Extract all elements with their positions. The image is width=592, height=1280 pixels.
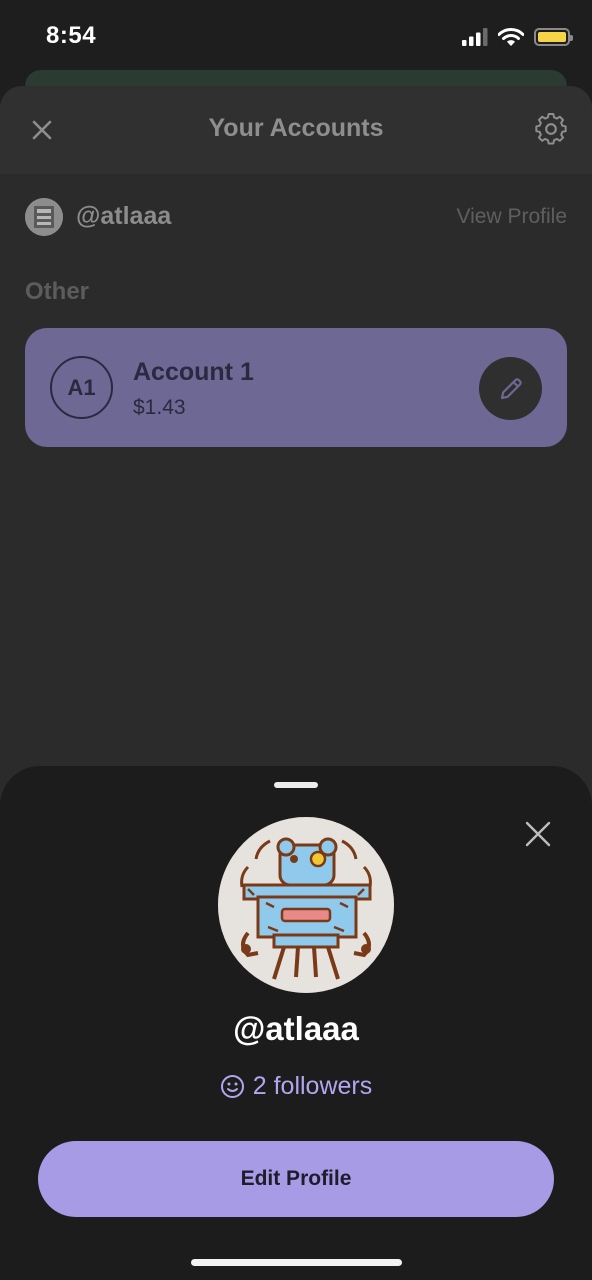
edit-account-button[interactable] <box>479 357 542 420</box>
section-label-other: Other <box>25 278 90 305</box>
avatar <box>25 198 63 236</box>
status-icons <box>462 24 573 50</box>
profile-handle: @atlaaa <box>233 1010 359 1047</box>
close-icon[interactable] <box>524 820 552 848</box>
wifi-icon <box>498 27 524 46</box>
view-profile-link[interactable]: View Profile <box>457 205 568 229</box>
status-bar: 8:54 <box>0 0 592 72</box>
followers-text: 2 followers <box>252 1072 373 1100</box>
home-indicator[interactable] <box>191 1259 402 1266</box>
page-title: Your Accounts <box>208 114 384 142</box>
edit-profile-button[interactable]: Edit Profile <box>38 1141 554 1217</box>
profile-handle: @atlaaa <box>76 202 172 230</box>
account-balance: $1.43 <box>133 396 186 419</box>
profile-avatar <box>218 817 394 993</box>
cellular-signal-icon <box>462 28 488 46</box>
profile-sheet: @atlaaa 2 followers Edit Profile <box>0 766 592 1280</box>
account-card[interactable]: A1 Account 1 $1.43 <box>25 328 567 447</box>
sheet-grabber[interactable] <box>274 782 318 788</box>
account-badge: A1 <box>50 356 113 419</box>
followers-count[interactable]: 2 followers <box>0 1072 592 1101</box>
current-profile-row[interactable]: @atlaaa View Profile <box>25 196 567 240</box>
smiley-icon <box>220 1075 244 1098</box>
battery-level <box>538 32 566 42</box>
screen: 8:54 Your Accounts @atlaaa View Profile … <box>0 0 592 1280</box>
pencil-icon <box>500 377 522 399</box>
battery-icon <box>534 28 573 46</box>
gear-icon[interactable] <box>534 112 568 146</box>
accounts-header: Your Accounts <box>0 86 592 174</box>
account-name: Account 1 <box>133 358 254 386</box>
status-time: 8:54 <box>46 22 97 49</box>
